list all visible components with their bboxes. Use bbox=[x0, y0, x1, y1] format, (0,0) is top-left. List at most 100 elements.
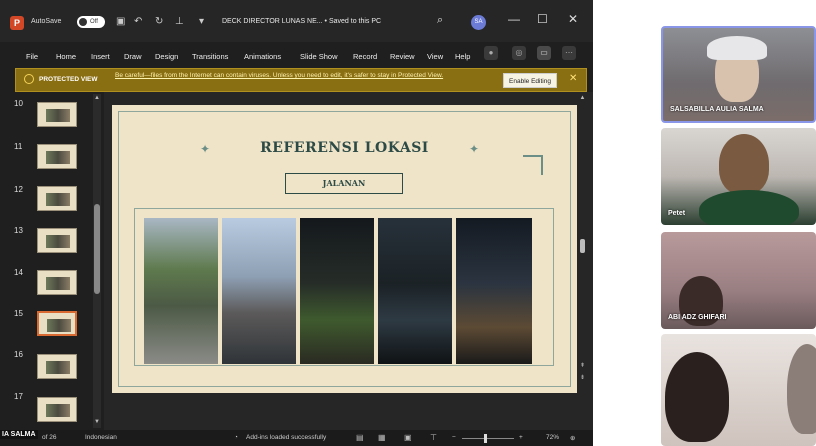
slide-thumbnail[interactable] bbox=[37, 397, 77, 422]
tab-file[interactable]: File bbox=[26, 52, 38, 61]
slide-sorter-icon[interactable]: ▦ bbox=[378, 433, 386, 442]
tab-record[interactable]: Record bbox=[353, 52, 377, 61]
previous-slide-icon[interactable]: ⇞ bbox=[578, 362, 587, 369]
next-slide-icon[interactable]: ⇟ bbox=[578, 374, 587, 381]
participant-video bbox=[719, 134, 769, 194]
protected-view-bar: PROTECTED VIEW Be careful—files from the… bbox=[15, 68, 587, 92]
participant-video bbox=[787, 344, 816, 434]
scroll-handle[interactable] bbox=[580, 239, 585, 253]
tab-home[interactable]: Home bbox=[56, 52, 76, 61]
undo-icon[interactable]: ↶ bbox=[134, 16, 142, 27]
protected-view-message[interactable]: Be careful—files from the Internet can c… bbox=[115, 71, 495, 80]
slide-canvas[interactable]: ✦ ✦ REFERENSI LOKASI JALANAN bbox=[112, 105, 577, 393]
user-avatar[interactable]: SA bbox=[471, 15, 486, 30]
slide-count: of 26 bbox=[42, 434, 57, 441]
thumbnail-image bbox=[46, 277, 70, 290]
tab-view[interactable]: View bbox=[427, 52, 443, 61]
slide-thumbnail-selected[interactable] bbox=[37, 311, 77, 336]
tab-draw[interactable]: Draw bbox=[124, 52, 142, 61]
street-photo bbox=[222, 218, 296, 364]
scroll-up-icon[interactable]: ▲ bbox=[578, 95, 587, 101]
scroll-down-icon[interactable]: ▼ bbox=[93, 419, 101, 425]
thumb-number: 17 bbox=[14, 392, 23, 401]
addins-status-icon: ◔ bbox=[234, 434, 238, 441]
scroll-up-icon[interactable]: ▲ bbox=[93, 95, 101, 101]
tab-slide-show[interactable]: Slide Show bbox=[300, 52, 338, 61]
slide-title: REFERENSI LOKASI bbox=[260, 140, 429, 156]
participant-video bbox=[665, 352, 729, 442]
save-icon[interactable]: ▣ bbox=[116, 16, 125, 27]
redo-icon[interactable]: ↻ bbox=[155, 16, 163, 27]
powerpoint-logo-icon: P bbox=[10, 16, 24, 30]
slide-scrollbar[interactable]: ▲ ⇞ ⇟ bbox=[578, 94, 587, 428]
slideshow-icon[interactable]: ⊤ bbox=[430, 433, 437, 442]
slide-thumbnail[interactable] bbox=[37, 186, 77, 211]
zoom-slider[interactable] bbox=[462, 438, 514, 439]
title-bar: P AutoSave Off ▣ ↶ ↻ ⊥ ▾ DECK DIRECTOR L… bbox=[0, 0, 593, 42]
search-icon[interactable]: ⌕ bbox=[437, 14, 443, 27]
zoom-level[interactable]: 72% bbox=[546, 434, 559, 441]
participant-tile[interactable] bbox=[661, 334, 816, 446]
tab-transitions[interactable]: Transitions bbox=[192, 52, 228, 61]
slide-thumbnail[interactable] bbox=[37, 228, 77, 253]
fit-to-window-icon[interactable]: ⊕ bbox=[570, 434, 575, 442]
participant-name: Petet bbox=[668, 210, 686, 217]
enable-editing-button[interactable]: Enable Editing bbox=[503, 73, 557, 88]
zoom-slider-handle[interactable] bbox=[484, 434, 487, 443]
record-icon[interactable]: ● bbox=[484, 46, 498, 60]
language[interactable]: Indonesian bbox=[85, 434, 117, 441]
slide-subtitle: JALANAN bbox=[285, 173, 403, 194]
slide-thumbnail[interactable] bbox=[37, 354, 77, 379]
slide-thumbnail[interactable] bbox=[37, 144, 77, 169]
participant-hat bbox=[707, 36, 767, 60]
tab-animations[interactable]: Animations bbox=[244, 52, 281, 61]
thumb-number: 16 bbox=[14, 350, 23, 359]
participant-name: SALSABILLA AULIA SALMA bbox=[670, 106, 764, 113]
thumb-number: 11 bbox=[14, 142, 23, 151]
ornament-icon bbox=[523, 155, 543, 175]
thumbnail-image bbox=[46, 151, 70, 164]
slide-thumbnail[interactable] bbox=[37, 270, 77, 295]
thumbnail-image bbox=[46, 361, 70, 374]
minimize-icon[interactable]: — bbox=[508, 12, 520, 26]
thumbnail-image bbox=[46, 404, 70, 417]
thumb-number: 13 bbox=[14, 226, 23, 235]
share-icon[interactable]: ▭ bbox=[537, 46, 551, 60]
tab-insert[interactable]: Insert bbox=[91, 52, 110, 61]
tab-review[interactable]: Review bbox=[390, 52, 415, 61]
tab-help[interactable]: Help bbox=[455, 52, 470, 61]
maximize-icon[interactable]: ☐ bbox=[537, 12, 548, 26]
participant-tile[interactable]: ABI ADZ GHIFARI bbox=[661, 232, 816, 329]
presenter-icon[interactable]: ⊥ bbox=[175, 16, 184, 27]
addins-status[interactable]: Add-ins loaded successfully bbox=[246, 434, 326, 441]
protected-view-title: PROTECTED VIEW bbox=[39, 76, 98, 83]
autosave-label: AutoSave bbox=[31, 18, 62, 25]
thumb-number: 14 bbox=[14, 268, 23, 277]
shield-icon bbox=[24, 74, 34, 84]
notes-icon[interactable]: ▤ bbox=[356, 433, 364, 442]
participant-tile[interactable]: Petet bbox=[661, 128, 816, 225]
document-title: DECK DIRECTOR LUNAS NE... • Saved to thi… bbox=[222, 18, 382, 25]
zoom-in-icon[interactable]: + bbox=[519, 434, 523, 441]
autosave-toggle[interactable]: Off bbox=[77, 16, 105, 28]
participant-tile[interactable]: SALSABILLA AULIA SALMA bbox=[661, 26, 816, 123]
thumb-number: 15 bbox=[14, 309, 23, 318]
thumbnail-image bbox=[46, 109, 70, 122]
thumbnail-scrollbar[interactable]: ▲ ▼ bbox=[93, 94, 101, 428]
tab-design[interactable]: Design bbox=[155, 52, 178, 61]
scroll-handle[interactable] bbox=[94, 204, 100, 294]
participant-shirt bbox=[699, 190, 799, 225]
close-icon[interactable]: ✕ bbox=[568, 12, 578, 26]
status-bar: of 26 Indonesian ◔ Add-ins loaded succes… bbox=[0, 430, 593, 446]
thumb-number: 10 bbox=[14, 99, 23, 108]
comments-icon[interactable]: ◎ bbox=[512, 46, 526, 60]
street-photo bbox=[144, 218, 218, 364]
zoom-out-icon[interactable]: − bbox=[452, 434, 456, 441]
street-photo bbox=[456, 218, 532, 364]
more-options-icon[interactable]: ⋯ bbox=[562, 46, 576, 60]
close-protected-bar-icon[interactable]: ✕ bbox=[569, 73, 577, 84]
slide-thumbnail[interactable] bbox=[37, 102, 77, 127]
customize-qat-icon[interactable]: ▾ bbox=[199, 16, 204, 27]
ribbon-tabs: File Home Insert Draw Design Transitions… bbox=[0, 42, 593, 68]
reading-view-icon[interactable]: ▣ bbox=[404, 433, 412, 442]
